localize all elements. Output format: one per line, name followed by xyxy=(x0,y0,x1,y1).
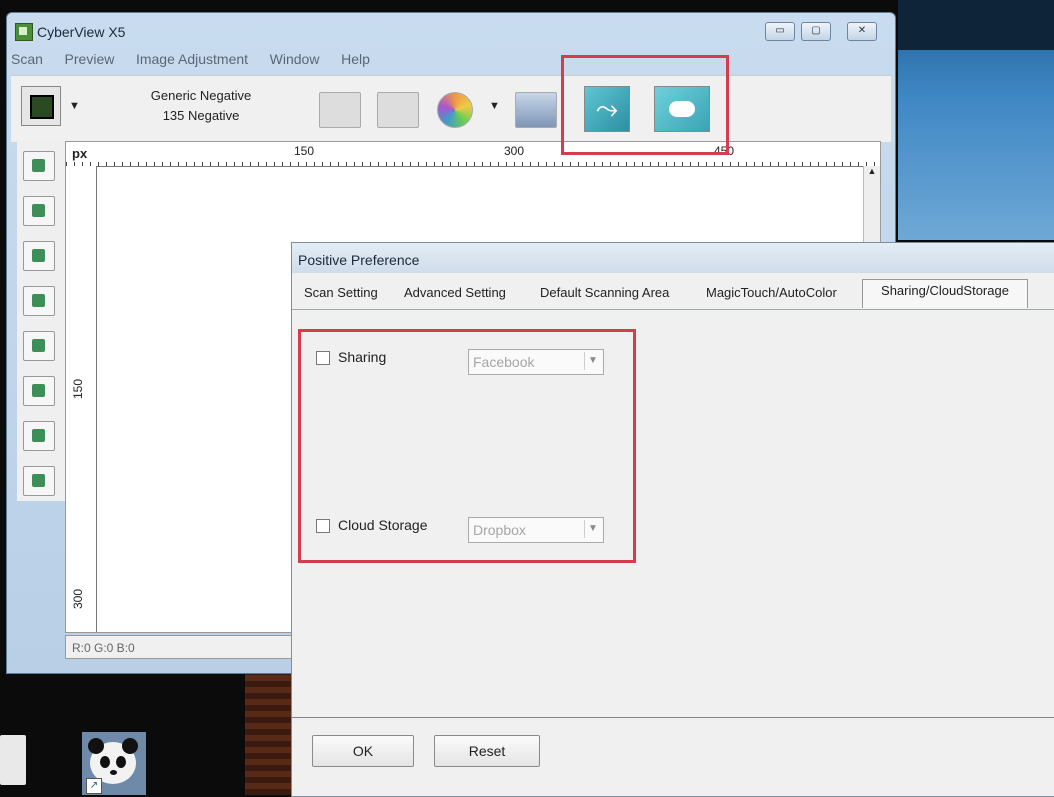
desktop-brick-pattern xyxy=(245,672,293,795)
film-type-label: Generic Negative 135 Negative xyxy=(116,86,286,126)
menu-bar: Scan Preview Image Adjustment Window Hel… xyxy=(11,51,891,73)
flip-vertical-icon[interactable] xyxy=(23,421,55,451)
minimize-button[interactable]: ▭ xyxy=(765,22,795,41)
tab-magictouch[interactable]: MagicTouch/AutoColor xyxy=(706,285,837,300)
rotate-left-icon[interactable] xyxy=(23,286,55,316)
desktop-dark-band xyxy=(898,0,1054,50)
flip-horizontal-icon[interactable] xyxy=(23,376,55,406)
zoom-out-icon[interactable] xyxy=(23,241,55,271)
tab-default-scanning-area[interactable]: Default Scanning Area xyxy=(540,285,669,300)
ok-button[interactable]: OK xyxy=(312,735,414,767)
film-type: Generic Negative xyxy=(150,88,252,103)
tab-scan-setting[interactable]: Scan Setting xyxy=(304,285,378,300)
desktop-panda-shortcut-icon[interactable]: ↗ xyxy=(82,732,146,795)
film-scan-icon[interactable] xyxy=(21,86,61,126)
maximize-button[interactable]: ▢ xyxy=(801,22,831,41)
toolbar: ▼ Generic Negative 135 Negative ▼ ⤳ xyxy=(11,75,891,142)
film-strip-icon[interactable] xyxy=(377,92,419,128)
highlight-box-options xyxy=(298,329,636,563)
tab-bar: Scan Setting Advanced Setting Default Sc… xyxy=(292,275,1054,308)
color-dropdown-caret-icon[interactable]: ▼ xyxy=(489,100,500,112)
app-icon xyxy=(15,23,33,41)
desktop-file-icon[interactable] xyxy=(0,735,26,785)
tab-sharing-cloudstorage[interactable]: Sharing/CloudStorage xyxy=(862,279,1028,308)
film-dropdown-caret-icon[interactable]: ▼ xyxy=(69,100,80,112)
rotate-right-icon[interactable] xyxy=(23,331,55,361)
fit-window-icon[interactable] xyxy=(23,466,55,496)
status-rgb: R:0 G:0 B:0 xyxy=(65,635,295,659)
ruler-top: px 150 300 450 xyxy=(66,142,880,167)
shortcut-arrow-icon: ↗ xyxy=(86,778,102,794)
zoom-in-icon[interactable] xyxy=(23,196,55,226)
window-title: CyberView X5 xyxy=(37,24,126,40)
close-button[interactable]: ✕ xyxy=(847,22,877,41)
highlight-box-toolbar xyxy=(561,55,729,155)
reset-button[interactable]: Reset xyxy=(434,735,540,767)
ruler-tick-label: 150 xyxy=(294,144,315,158)
title-bar[interactable]: CyberView X5 ▭ ▢ ✕ xyxy=(7,13,895,49)
ruler-tick-label: 150 xyxy=(71,378,86,400)
ruler-unit: px xyxy=(72,146,88,161)
menu-preview[interactable]: Preview xyxy=(65,51,115,67)
ruler-tick-label: 300 xyxy=(71,588,86,610)
select-area-icon[interactable] xyxy=(23,151,55,181)
left-toolbar xyxy=(17,141,67,501)
ruler-left: 150 300 xyxy=(66,166,97,632)
dialog-separator xyxy=(292,717,1054,718)
preview-icon[interactable] xyxy=(319,92,361,128)
tab-advanced-setting[interactable]: Advanced Setting xyxy=(404,285,506,300)
film-format: 135 Negative xyxy=(162,108,240,123)
color-wheel-icon[interactable] xyxy=(437,92,473,128)
dialog-title[interactable]: Positive Preference xyxy=(292,243,1054,273)
histogram-icon[interactable] xyxy=(515,92,557,128)
menu-image-adjustment[interactable]: Image Adjustment xyxy=(136,51,248,67)
menu-window[interactable]: Window xyxy=(270,51,320,67)
positive-preference-dialog: Positive Preference Scan Setting Advance… xyxy=(291,242,1054,797)
ruler-tick-label: 300 xyxy=(504,144,525,158)
menu-scan[interactable]: Scan xyxy=(11,51,43,67)
tab-divider xyxy=(292,309,1054,310)
menu-help[interactable]: Help xyxy=(341,51,370,67)
